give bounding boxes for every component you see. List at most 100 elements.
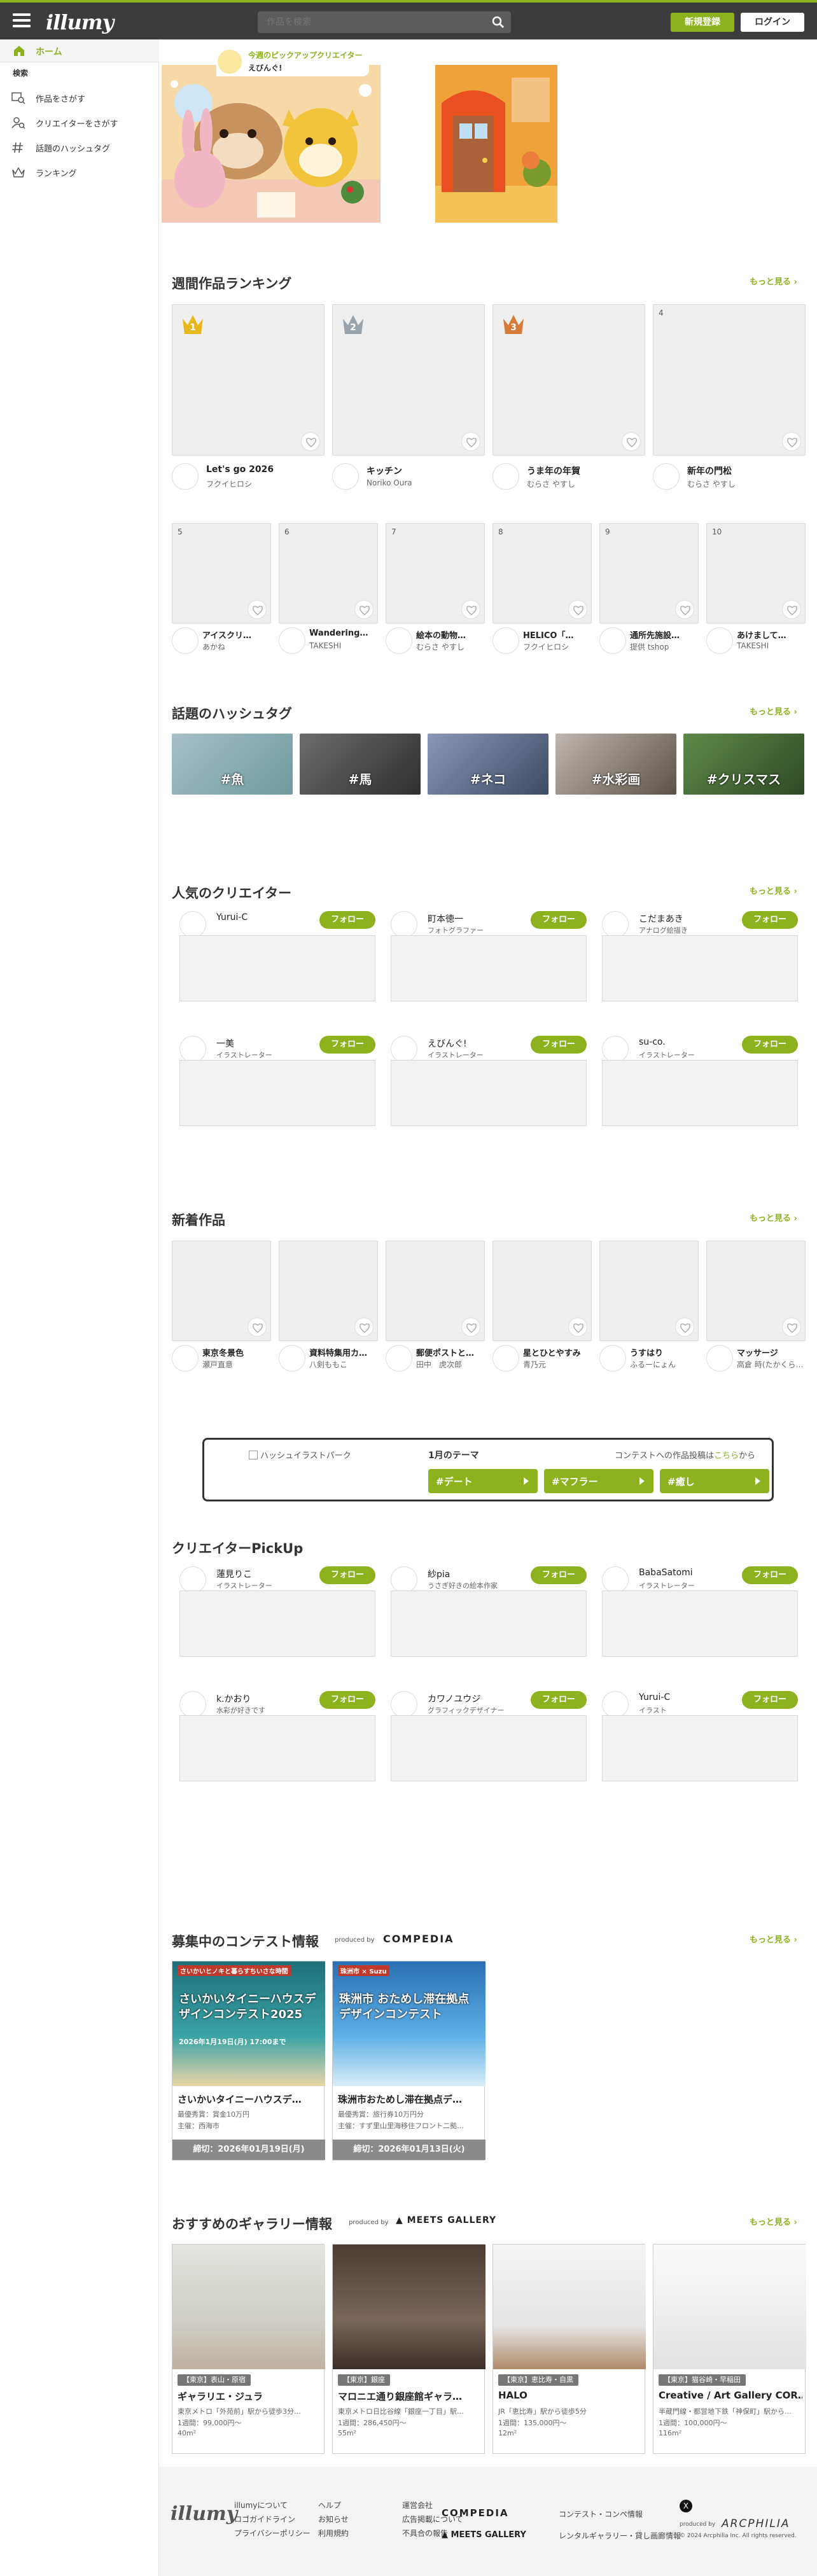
sidebar-item-hashtags[interactable]: 話題のハッシュタグ <box>0 136 159 158</box>
menu-icon[interactable] <box>13 13 31 27</box>
creator-name[interactable]: カワノユウジ <box>428 1692 480 1705</box>
avatar[interactable] <box>172 463 199 490</box>
work-title[interactable]: 郵便ポストと… <box>416 1346 485 1358</box>
footer-meets-desc[interactable]: レンタルギャラリー・貸し画廊情報 <box>559 2530 681 2541</box>
avatar[interactable] <box>706 1345 733 1372</box>
heart-icon[interactable] <box>782 600 801 619</box>
ranking-card[interactable]: 3 <box>492 304 645 456</box>
search-icon[interactable] <box>492 16 505 29</box>
ranking-card[interactable]: 7 <box>386 523 485 623</box>
work-title[interactable]: うすはり <box>630 1346 699 1358</box>
heart-icon[interactable] <box>568 1318 587 1337</box>
creator-works-preview[interactable] <box>391 935 587 1001</box>
avatar[interactable] <box>386 1345 412 1372</box>
creator-works-preview[interactable] <box>602 1591 798 1657</box>
avatar[interactable] <box>179 1691 206 1718</box>
avatar[interactable] <box>602 1036 629 1062</box>
compedia-logo[interactable]: COMPEDIA <box>383 1933 454 1945</box>
work-author[interactable]: フクイヒロシ <box>523 641 592 652</box>
sidebar-item-home[interactable]: ホーム <box>0 39 159 62</box>
footer-meets-logo[interactable]: ▲ MEETS GALLERY <box>442 2530 526 2540</box>
heart-icon[interactable] <box>248 1318 267 1337</box>
hash-illust-park-logo[interactable]: ハッシュイラストパーク <box>249 1449 376 1461</box>
follow-button[interactable]: フォロー <box>319 1691 375 1709</box>
heart-icon[interactable] <box>461 432 480 451</box>
search-input[interactable] <box>267 16 477 29</box>
footer-compedia-logo[interactable]: COMPEDIA <box>442 2507 509 2519</box>
follow-button[interactable]: フォロー <box>742 1566 798 1584</box>
register-button[interactable]: 新規登録 <box>671 13 734 32</box>
new-works-more-link[interactable]: もっと見る › <box>750 1211 797 1223</box>
meets-gallery-logo[interactable]: ▲ MEETS GALLERY <box>396 2215 496 2225</box>
contest-title[interactable]: 珠洲市おためし滞在拠点デ… <box>338 2092 482 2106</box>
heart-icon[interactable] <box>675 1318 694 1337</box>
creator-name[interactable]: k.かおり <box>216 1692 251 1705</box>
work-title[interactable]: 新年の門松 <box>687 464 806 477</box>
hashtags-more-link[interactable]: もっと見る › <box>750 705 797 717</box>
footer-link[interactable]: ヘルプ <box>318 2500 341 2510</box>
avatar[interactable] <box>492 627 519 654</box>
login-button[interactable]: ログイン <box>741 13 804 32</box>
theme-tag-button[interactable]: #癒し <box>660 1469 769 1493</box>
creator-works-preview[interactable] <box>602 935 798 1001</box>
gallery-name[interactable]: Creative / Art Gallery COR… <box>659 2390 802 2401</box>
arcphilia-logo[interactable]: ARCPHILIA <box>722 2517 790 2530</box>
ranking-card[interactable]: 9 <box>599 523 699 623</box>
work-author[interactable]: むらさ やすし <box>527 478 645 489</box>
avatar[interactable] <box>391 1566 417 1593</box>
avatar[interactable] <box>602 911 629 938</box>
avatar[interactable] <box>391 911 417 938</box>
heart-icon[interactable] <box>568 600 587 619</box>
follow-button[interactable]: フォロー <box>319 1566 375 1584</box>
heart-icon[interactable] <box>782 432 801 451</box>
work-author[interactable]: むらさ やすし <box>416 641 485 652</box>
contest-card[interactable]: 珠洲市 × Suzu 珠洲市 おためし滞在拠点 デザインコンテスト 珠洲市おためし滞… <box>332 1961 485 2161</box>
avatar[interactable] <box>179 1036 206 1062</box>
contest-card[interactable]: さいかいヒノキと暮らすちいさな時間 さいかいタイニーハウスデザインコンテスト202… <box>172 1961 325 2161</box>
creator-works-preview[interactable] <box>602 1715 798 1781</box>
ranking-card[interactable]: 5 <box>172 523 271 623</box>
creator-name[interactable]: 蓮見りこ <box>216 1568 252 1580</box>
follow-button[interactable]: フォロー <box>531 1566 587 1584</box>
avatar[interactable] <box>386 627 412 654</box>
gallery-card[interactable]: 【東京】表山・原宿 ギャラリエ・ジュラ 東京メトロ「外苑前」駅から徒歩3分… 1週間：… <box>172 2244 325 2454</box>
footer-logo[interactable]: illumy <box>171 2503 237 2525</box>
creator-works-preview[interactable] <box>391 1591 587 1657</box>
avatar[interactable] <box>391 1036 417 1062</box>
footer-link[interactable]: 利用規約 <box>318 2528 349 2538</box>
heart-icon[interactable] <box>675 600 694 619</box>
hashtag-card[interactable]: #魚 <box>172 734 293 795</box>
heart-icon[interactable] <box>461 1318 480 1337</box>
gallery-name[interactable]: HALO <box>498 2390 642 2401</box>
footer-link[interactable]: ロゴガイドライン <box>234 2514 295 2524</box>
ranking-card[interactable]: 10 <box>706 523 806 623</box>
sidebar-item-search-works[interactable]: 作品をさがす <box>0 87 159 108</box>
sidebar-item-search-creators[interactable]: クリエイターをさがす <box>0 111 159 133</box>
new-work-card[interactable] <box>279 1241 378 1341</box>
avatar[interactable] <box>279 627 305 654</box>
follow-button[interactable]: フォロー <box>531 1691 587 1709</box>
creator-works-preview[interactable] <box>179 1715 375 1781</box>
new-work-card[interactable] <box>492 1241 592 1341</box>
ranking-card[interactable]: 4 <box>653 304 806 456</box>
footer-link[interactable]: プライバシーポリシー <box>234 2528 311 2538</box>
work-title[interactable]: 絵本の動物… <box>416 629 485 641</box>
avatar[interactable] <box>492 1345 519 1372</box>
gallery-card[interactable]: 【東京】猫谷崎・早稲田 Creative / Art Gallery COR… 半蔵… <box>653 2244 806 2454</box>
work-title[interactable]: 星とひとやすみ <box>523 1346 592 1358</box>
contest-title[interactable]: さいかいタイニーハウスデ… <box>178 2092 321 2106</box>
contests-more-link[interactable]: もっと見る › <box>750 1933 797 1945</box>
avatar[interactable] <box>172 1345 199 1372</box>
new-work-card[interactable] <box>386 1241 485 1341</box>
creator-name[interactable]: Yurui-C <box>639 1692 670 1702</box>
work-author[interactable]: 田中 虎次郎 <box>416 1359 485 1370</box>
ranking-card[interactable]: 2 <box>332 304 485 456</box>
heart-icon[interactable] <box>248 600 267 619</box>
heart-icon[interactable] <box>461 600 480 619</box>
new-work-card[interactable] <box>706 1241 806 1341</box>
creator-name[interactable]: 町本徳一 <box>428 912 463 925</box>
work-title[interactable]: キッチン <box>367 464 485 477</box>
hashtag-card[interactable]: #クリスマス <box>683 734 804 795</box>
gallery-card[interactable]: 【東京】銀座 マロニエ通り銀座館ギャラ… 東京メトロ日比谷線「銀座一丁目」駅… 1週間… <box>332 2244 485 2454</box>
work-author[interactable]: 提供 tshop <box>630 641 699 652</box>
